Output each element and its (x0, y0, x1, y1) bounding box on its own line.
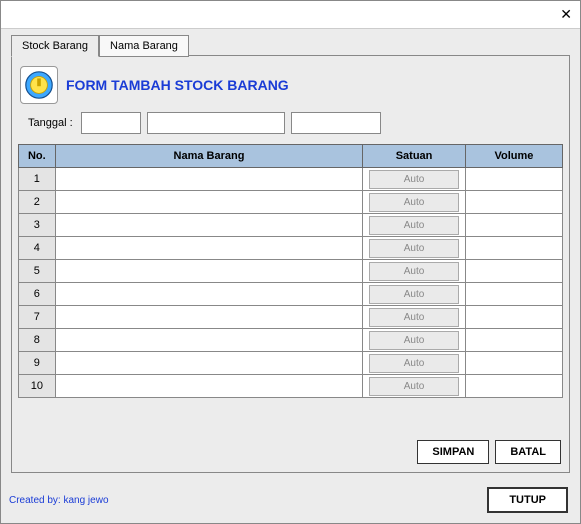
nama-barang-input[interactable] (56, 260, 363, 282)
volume-input[interactable] (466, 375, 562, 397)
col-header-volume: Volume (465, 145, 562, 168)
table-row: 6 Auto (19, 283, 563, 306)
satuan-auto-button: Auto (369, 170, 459, 189)
app-window: ✕ Stock Barang Nama Barang FORM TAMBAH S… (0, 0, 581, 524)
table-row: 3 Auto (19, 214, 563, 237)
tutup-button[interactable]: TUTUP (487, 487, 568, 513)
stock-table-wrap: No. Nama Barang Satuan Volume 1 Auto 2 Auto… (18, 144, 563, 398)
date-input-2[interactable] (147, 112, 285, 134)
table-row: 10 Auto (19, 375, 563, 398)
row-number: 5 (19, 260, 56, 283)
satuan-auto-button: Auto (369, 285, 459, 304)
volume-input[interactable] (466, 329, 562, 351)
close-icon[interactable]: ✕ (560, 6, 572, 23)
table-row: 5 Auto (19, 260, 563, 283)
nama-barang-input[interactable] (56, 329, 363, 351)
row-number: 10 (19, 375, 56, 398)
form-title: FORM TAMBAH STOCK BARANG (66, 77, 289, 93)
row-number: 1 (19, 168, 56, 191)
satuan-auto-button: Auto (369, 377, 459, 396)
stock-table: No. Nama Barang Satuan Volume 1 Auto 2 Auto… (18, 144, 563, 398)
row-number: 2 (19, 191, 56, 214)
nama-barang-input[interactable] (56, 191, 363, 213)
table-row: 2 Auto (19, 191, 563, 214)
satuan-auto-button: Auto (369, 239, 459, 258)
satuan-auto-button: Auto (369, 331, 459, 350)
volume-input[interactable] (466, 306, 562, 328)
col-header-no: No. (19, 145, 56, 168)
volume-input[interactable] (466, 352, 562, 374)
date-input-3[interactable] (291, 112, 381, 134)
nama-barang-input[interactable] (56, 283, 363, 305)
row-number: 9 (19, 352, 56, 375)
simpan-button[interactable]: SIMPAN (417, 440, 489, 464)
satuan-auto-button: Auto (369, 216, 459, 235)
form-header: FORM TAMBAH STOCK BARANG (12, 56, 569, 110)
volume-input[interactable] (466, 191, 562, 213)
nama-barang-input[interactable] (56, 375, 363, 397)
row-number: 4 (19, 237, 56, 260)
nama-barang-input[interactable] (56, 214, 363, 236)
table-row: 8 Auto (19, 329, 563, 352)
form-button-row: SIMPAN BATAL (417, 440, 561, 464)
volume-input[interactable] (466, 237, 562, 259)
col-header-nama: Nama Barang (55, 145, 363, 168)
tab-strip: Stock Barang Nama Barang (11, 35, 189, 57)
col-header-satuan: Satuan (363, 145, 466, 168)
date-row: Tanggal : (12, 110, 569, 144)
logo-icon (20, 66, 58, 104)
footer: Created by: kang jewo TUTUP (9, 487, 572, 513)
satuan-auto-button: Auto (369, 262, 459, 281)
row-number: 6 (19, 283, 56, 306)
nama-barang-input[interactable] (56, 237, 363, 259)
tab-stock-barang[interactable]: Stock Barang (11, 35, 99, 57)
tab-panel: FORM TAMBAH STOCK BARANG Tanggal : No. N… (11, 55, 570, 473)
volume-input[interactable] (466, 168, 562, 190)
row-number: 8 (19, 329, 56, 352)
tab-nama-barang[interactable]: Nama Barang (99, 35, 189, 57)
nama-barang-input[interactable] (56, 306, 363, 328)
table-row: 9 Auto (19, 352, 563, 375)
satuan-auto-button: Auto (369, 308, 459, 327)
row-number: 3 (19, 214, 56, 237)
date-label: Tanggal : (28, 117, 73, 129)
titlebar: ✕ (1, 1, 580, 29)
table-row: 7 Auto (19, 306, 563, 329)
table-row: 4 Auto (19, 237, 563, 260)
nama-barang-input[interactable] (56, 352, 363, 374)
nama-barang-input[interactable] (56, 168, 363, 190)
satuan-auto-button: Auto (369, 193, 459, 212)
batal-button[interactable]: BATAL (495, 440, 561, 464)
volume-input[interactable] (466, 214, 562, 236)
row-number: 7 (19, 306, 56, 329)
satuan-auto-button: Auto (369, 354, 459, 373)
volume-input[interactable] (466, 283, 562, 305)
date-input-1[interactable] (81, 112, 141, 134)
table-row: 1 Auto (19, 168, 563, 191)
credit-text: Created by: kang jewo (9, 495, 109, 506)
volume-input[interactable] (466, 260, 562, 282)
